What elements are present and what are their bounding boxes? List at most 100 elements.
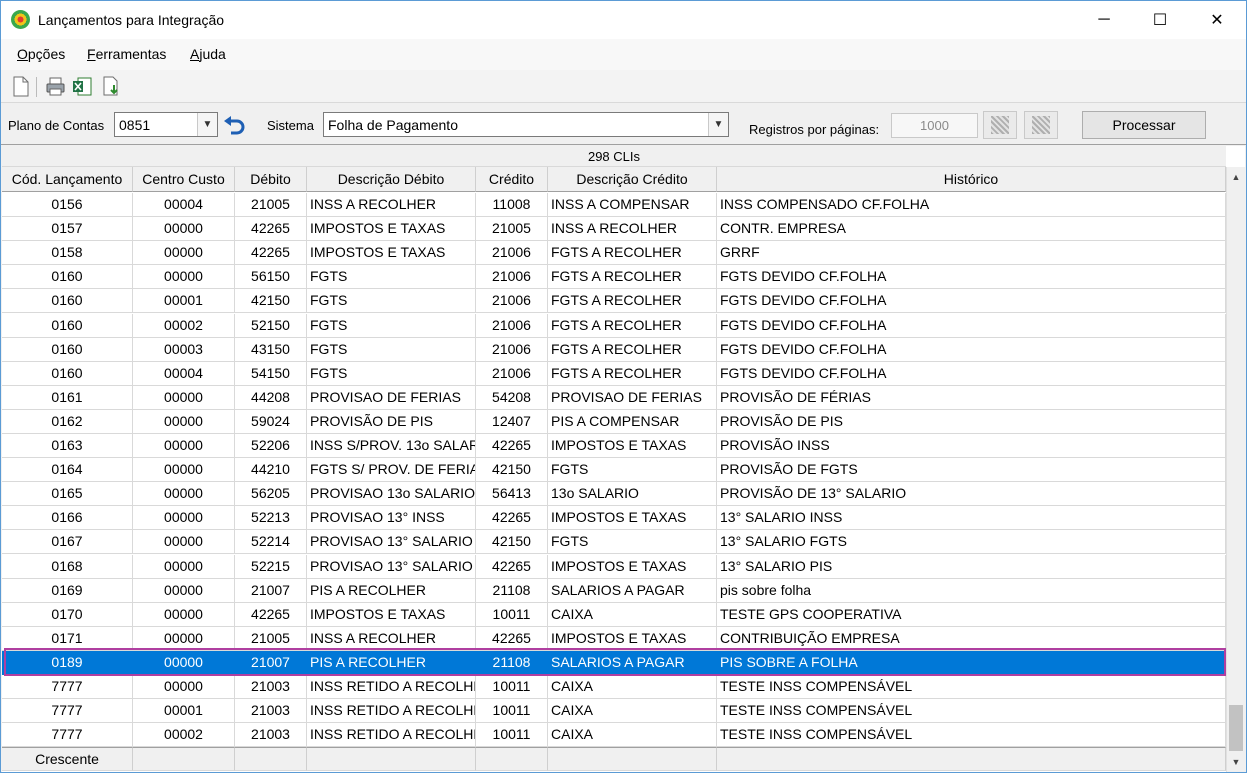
table-row[interactable]: 0160 00003 43150 FGTS 21006 FGTS A RECOLHER FG… bbox=[2, 337, 1226, 362]
column-header-descricao-credito[interactable]: Descrição Crédito bbox=[548, 167, 717, 192]
column-header-descricao-debito[interactable]: Descrição Débito bbox=[307, 167, 476, 192]
plano-de-contas-select[interactable]: 0851 ▼ bbox=[114, 112, 218, 137]
cell-descricao-debito: INSS RETIDO A RECOLHER bbox=[307, 675, 476, 699]
registros-por-pagina-input[interactable]: 1000 bbox=[891, 113, 978, 138]
table-row[interactable]: 01680000052215PROVISAO 13° SALARIO PIS42… bbox=[2, 554, 1226, 579]
cell-historico: CONTR. EMPRESA bbox=[717, 217, 1226, 242]
minimize-button[interactable]: ─ bbox=[1081, 1, 1127, 39]
sistema-select[interactable]: Folha de Pagamento ▼ bbox=[323, 112, 729, 137]
menu-ajuda[interactable]: Ajuda bbox=[190, 46, 226, 62]
footer-cell bbox=[133, 747, 235, 771]
cell-credito: 21006 bbox=[476, 361, 548, 386]
print-icon[interactable] bbox=[45, 76, 66, 97]
cell-historico: PROVISÃO DE FÉRIAS bbox=[717, 385, 1226, 410]
column-header-credito[interactable]: Crédito bbox=[476, 167, 548, 192]
cell-credito: 11008 bbox=[476, 193, 548, 217]
cell-historico: INSS COMPENSADO CF.FOLHA bbox=[717, 193, 1226, 217]
table-row[interactable]: 0160 00000 56150 FGTS 21006 FGTS A RECOLHER FG… bbox=[2, 265, 1226, 290]
cell-descricao-debito: FGTS bbox=[307, 265, 476, 290]
table-row[interactable]: 0161 00000 44208 PROVISAO DE FERIAS 54208 PRO… bbox=[2, 385, 1226, 410]
cell-historico: FGTS DEVIDO CF.FOLHA bbox=[717, 337, 1226, 362]
cell-debito: 21005 bbox=[235, 626, 307, 651]
cell-descricao-debito: PROVISAO 13o SALARIO bbox=[307, 482, 476, 507]
cell-descricao-debito: FGTS bbox=[307, 361, 476, 386]
cell-cod-lancamento: 0171 bbox=[2, 626, 133, 651]
cell-cod-lancamento: 0168 bbox=[2, 554, 133, 579]
footer-cell bbox=[717, 747, 1226, 771]
cell-centro-custo: 00000 bbox=[133, 602, 235, 627]
cell-debito: 21003 bbox=[235, 699, 307, 724]
chevron-down-icon[interactable]: ▼ bbox=[197, 113, 217, 136]
table-row[interactable]: 7777 00002 21003 INSS RETIDO A RECOLHER 1001… bbox=[2, 723, 1226, 748]
cell-centro-custo: 00004 bbox=[133, 193, 235, 217]
cell-centro-custo: 00002 bbox=[133, 313, 235, 338]
vertical-scrollbar[interactable]: ▲ ▼ bbox=[1226, 167, 1245, 772]
cell-centro-custo: 00001 bbox=[133, 289, 235, 314]
cell-credito: 21005 bbox=[476, 217, 548, 242]
refresh-undo-icon[interactable] bbox=[222, 115, 248, 137]
cell-descricao-debito: FGTS bbox=[307, 289, 476, 314]
table-row[interactable]: 0165 00000 56205 PROVISAO 13o SALARIO 56413 1… bbox=[2, 482, 1226, 507]
cell-credito: 21108 bbox=[476, 650, 548, 675]
next-page-button[interactable] bbox=[1024, 111, 1058, 139]
scroll-up-icon[interactable]: ▲ bbox=[1227, 167, 1245, 187]
table-row[interactable]: 7777 00000 21003 INSS RETIDO A RECOLHER 1001… bbox=[2, 675, 1226, 699]
cell-historico: PROVISÃO INSS bbox=[717, 434, 1226, 458]
cell-debito: 56205 bbox=[235, 482, 307, 507]
column-header-centro-custo[interactable]: Centro Custo bbox=[133, 167, 235, 192]
menu-ferramentas-accesskey: F bbox=[87, 46, 96, 62]
table-row[interactable]: 0163 00000 52206 INSS S/PROV. 13o SALARIO 42… bbox=[2, 434, 1226, 458]
footer-cell bbox=[307, 747, 476, 771]
maximize-button[interactable]: ☐ bbox=[1137, 1, 1183, 39]
cell-historico: FGTS DEVIDO CF.FOLHA bbox=[717, 289, 1226, 314]
column-header-debito[interactable]: Débito bbox=[235, 167, 307, 192]
sort-order-label[interactable]: Crescente bbox=[2, 747, 133, 771]
table-row[interactable]: 0171 00000 21005 INSS A RECOLHER 42265 IMPOST… bbox=[2, 626, 1226, 651]
scroll-down-icon[interactable]: ▼ bbox=[1227, 752, 1245, 772]
cell-cod-lancamento: 0160 bbox=[2, 337, 133, 362]
close-button[interactable]: ✕ bbox=[1194, 1, 1240, 39]
selected-table-row[interactable]: 0189 00000 21007 PIS A RECOLHER 21108 SALARIO… bbox=[2, 650, 1226, 675]
table-row[interactable]: 0157 00000 42265 IMPOSTOS E TAXAS 21005 INSS … bbox=[2, 217, 1226, 242]
cell-centro-custo: 00000 bbox=[133, 409, 235, 434]
import-icon[interactable] bbox=[101, 76, 122, 97]
cell-credito: 42265 bbox=[476, 626, 548, 651]
cell-debito: 21003 bbox=[235, 723, 307, 748]
table-row[interactable]: 0158 00000 42265 IMPOSTOS E TAXAS 21006 FGTS … bbox=[2, 241, 1226, 266]
table-row[interactable]: 0160 00002 52150 FGTS 21006 FGTS A RECOLHER FG… bbox=[2, 313, 1226, 338]
scroll-thumb[interactable] bbox=[1229, 705, 1243, 751]
cell-descricao-debito: INSS A RECOLHER bbox=[307, 626, 476, 651]
table-row[interactable]: 7777 00001 21003 INSS RETIDO A RECOLHER 1001… bbox=[2, 699, 1226, 724]
cell-centro-custo: 00000 bbox=[133, 434, 235, 458]
chevron-down-icon[interactable]: ▼ bbox=[708, 113, 728, 136]
table-row[interactable]: 0170 00000 42265 IMPOSTOS E TAXAS 10011 CAIXA… bbox=[2, 602, 1226, 627]
sistema-label: Sistema bbox=[267, 118, 314, 133]
cell-debito: 42150 bbox=[235, 289, 307, 314]
table-row[interactable]: 0162 00000 59024 PROVISÃO DE PIS 12407 PIS A … bbox=[2, 409, 1226, 434]
table-row[interactable]: 0169 00000 21007 PIS A RECOLHER 21108 SALARIO… bbox=[2, 578, 1226, 603]
cell-debito: 42265 bbox=[235, 217, 307, 242]
cell-centro-custo: 00000 bbox=[133, 265, 235, 290]
cell-descricao-debito: INSS A RECOLHER bbox=[307, 193, 476, 217]
table-row[interactable]: 0160 00004 54150 FGTS 21006 FGTS A RECOLHER FG… bbox=[2, 361, 1226, 386]
menu-opcoes[interactable]: Opções bbox=[17, 46, 65, 62]
table-row[interactable]: 0166 00000 52213 PROVISAO 13° INSS 42265 IMPO… bbox=[2, 506, 1226, 531]
cell-credito: 21006 bbox=[476, 241, 548, 266]
table-row[interactable]: 01670000052214PROVISAO 13° SALARIO FGTS4… bbox=[2, 530, 1226, 555]
footer-cell bbox=[476, 747, 548, 771]
table-row[interactable]: 0156 00004 21005 INSS A RECOLHER 11008 INSS A… bbox=[2, 193, 1226, 217]
cell-debito: 52150 bbox=[235, 313, 307, 338]
excel-export-icon[interactable] bbox=[72, 76, 93, 97]
new-document-icon[interactable] bbox=[10, 76, 31, 97]
table-row[interactable]: 0160 00001 42150 FGTS 21006 FGTS A RECOLHER FG… bbox=[2, 289, 1226, 314]
processar-button[interactable]: Processar bbox=[1082, 111, 1206, 139]
cell-descricao-credito: CAIXA bbox=[548, 723, 717, 748]
column-header-cod-lancamento[interactable]: Cód. Lançamento bbox=[2, 167, 133, 192]
menu-ferramentas[interactable]: Ferramentas bbox=[87, 46, 166, 62]
cell-cod-lancamento: 0162 bbox=[2, 409, 133, 434]
column-header-historico[interactable]: Histórico bbox=[717, 167, 1226, 192]
cell-centro-custo: 00000 bbox=[133, 506, 235, 531]
cell-credito: 42150 bbox=[476, 458, 548, 483]
table-row[interactable]: 0164 00000 44210 FGTS S/ PROV. DE FERIAS 421… bbox=[2, 458, 1226, 483]
previous-page-button[interactable] bbox=[983, 111, 1017, 139]
